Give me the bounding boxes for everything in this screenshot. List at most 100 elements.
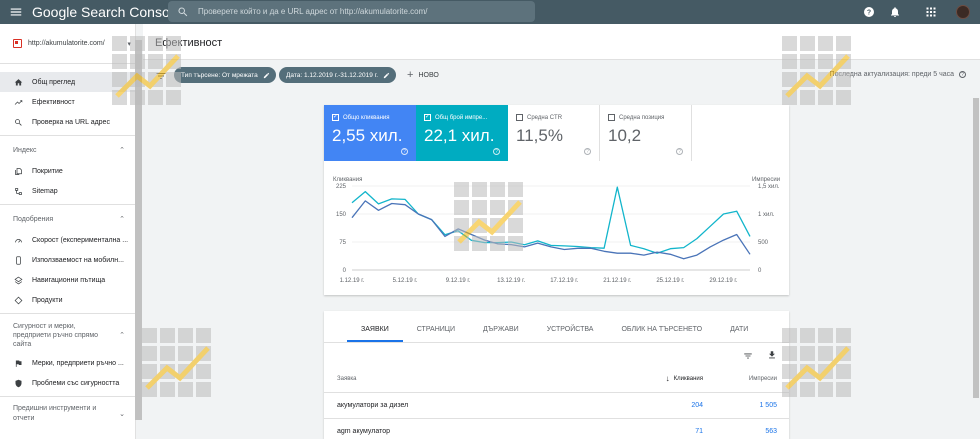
tab-queries[interactable]: ЗАЯВКИ	[347, 326, 403, 342]
sidebar-item-mobile-usability[interactable]: Използваемост на мобилн...	[0, 250, 135, 270]
y-tick-label-left: 225	[336, 184, 347, 190]
shield-icon	[13, 378, 23, 388]
property-icon	[13, 39, 22, 48]
table-row[interactable]: agm акумулатор 71 563	[324, 419, 789, 439]
menu-button[interactable]	[0, 0, 32, 24]
divider	[0, 135, 135, 136]
y-axis-label-right: Импресии	[752, 177, 780, 183]
speed-icon	[13, 235, 23, 245]
apps-grid-icon	[926, 7, 936, 17]
scrollbar-thumb[interactable]	[973, 98, 979, 398]
sidebar-item-manual-actions[interactable]: Мерки, предприети ръчно ...	[0, 353, 135, 373]
new-filter-button[interactable]: + НОВО	[407, 69, 439, 81]
divider	[0, 313, 135, 314]
help-button[interactable]: ?	[862, 5, 876, 19]
sidebar-item-performance[interactable]: Ефективност	[0, 92, 135, 112]
main-scrollbar[interactable]	[972, 92, 980, 439]
chevron-up-icon: ⌃	[119, 147, 125, 154]
plus-icon: +	[407, 69, 414, 81]
sidebar-item-security-issues[interactable]: Проблеми със сигурността	[0, 373, 135, 393]
section-enhancements-header[interactable]: Подобрения ⌃	[0, 208, 135, 230]
account-avatar[interactable]	[956, 5, 970, 19]
sidebar-item-coverage[interactable]: Покритие	[0, 161, 135, 181]
x-tick-label: 29.12.19 г.	[709, 278, 737, 284]
divider	[0, 204, 135, 205]
filter-icon[interactable]	[155, 70, 167, 82]
section-security-header[interactable]: Сигурност и мерки, предприети ръчно спря…	[0, 317, 135, 353]
filter-bar: Тип търсене: От мрежата Дата: 1.12.2019 …	[143, 60, 980, 92]
apps-button[interactable]	[924, 5, 938, 19]
url-inspection-search[interactable]	[168, 1, 535, 22]
edit-icon	[383, 72, 390, 78]
series-line-impressions[interactable]	[351, 186, 751, 254]
section-index-header[interactable]: Индекс ⌃	[0, 139, 135, 161]
sidebar-scrollbar[interactable]	[135, 40, 142, 420]
date-range-chip[interactable]: Дата: 1.12.2019 г.-31.12.2019 г.	[279, 67, 396, 83]
tab-devices[interactable]: УСТРОЙСТВА	[533, 326, 608, 342]
column-header-clicks[interactable]: ↓ Кликвания	[666, 374, 703, 383]
column-header-impressions[interactable]: Импресии	[749, 376, 777, 382]
download-icon[interactable]	[767, 350, 777, 360]
tab-dates[interactable]: ДАТИ	[716, 326, 762, 342]
edit-icon	[263, 72, 269, 78]
search-input[interactable]	[198, 7, 518, 16]
notifications-button[interactable]	[888, 5, 902, 19]
x-tick-label: 9.12.19 г.	[446, 278, 471, 284]
help-icon: ?	[864, 7, 874, 17]
metric-value: 22,1 хил.	[424, 126, 495, 145]
sidebar-item-url-inspection[interactable]: Проверка на URL адрес	[0, 112, 135, 132]
sitemap-icon	[13, 186, 23, 196]
table-header-row: Заявка ↓ Кликвания Импресии	[324, 365, 789, 393]
sidebar-item-speed[interactable]: Скорост (експериментална ...	[0, 230, 135, 250]
y-tick-label-left: 0	[343, 268, 347, 274]
metric-value: 10,2	[608, 126, 642, 145]
table-row[interactable]: акумулатори за дизел 204 1 505	[324, 393, 789, 419]
help-icon[interactable]: ?	[584, 148, 591, 155]
sidebar-item-breadcrumbs[interactable]: Навигационни пътища	[0, 270, 135, 290]
column-header-query[interactable]: Заявка	[337, 376, 357, 382]
svg-text:?: ?	[867, 10, 871, 17]
trending-up-icon	[13, 97, 23, 107]
y-tick-label-right: 1 хил.	[758, 212, 775, 218]
chevron-up-icon: ⌃	[119, 332, 125, 339]
y-tick-label-right: 1,5 хил.	[758, 184, 780, 190]
bell-icon	[891, 7, 899, 17]
section-legacy-header[interactable]: Предишни инструменти и отчети ⌄	[0, 400, 135, 428]
app-logo[interactable]: Google Search Console	[32, 0, 181, 24]
x-tick-label: 21.12.19 г.	[603, 278, 631, 284]
metric-average-ctr[interactable]: Средна CTR 11,5% ?	[508, 105, 600, 161]
performance-card: ✓ Общо кликвания 2,55 хил. ? ✓ Общ брой им…	[324, 105, 789, 295]
sidebar: http://akumulatorite.com/ ▾ Общ преглед …	[0, 24, 136, 439]
metric-value: 2,55 хил.	[332, 126, 403, 145]
table-toolbar	[324, 343, 789, 365]
search-icon	[13, 117, 23, 127]
sidebar-item-products[interactable]: Продукти	[0, 290, 135, 310]
metric-value: 11,5%	[516, 126, 563, 145]
metric-average-position[interactable]: Средна позиция 10,2 ?	[600, 105, 692, 161]
filter-rows-icon[interactable]	[743, 351, 753, 361]
tab-search-appearance[interactable]: ОБЛИК НА ТЪРСЕНЕТО	[607, 326, 716, 342]
sidebar-item-sitemap[interactable]: Sitemap	[0, 181, 135, 201]
metric-total-clicks[interactable]: ✓ Общо кликвания 2,55 хил. ?	[324, 105, 416, 161]
x-tick-label: 13.12.19 г.	[497, 278, 525, 284]
help-icon[interactable]: ?	[959, 71, 966, 78]
home-icon	[13, 77, 23, 87]
help-icon[interactable]: ?	[676, 148, 683, 155]
series-line-clicks[interactable]	[351, 200, 751, 260]
sidebar-item-overview[interactable]: Общ преглед	[0, 72, 135, 92]
tab-countries[interactable]: ДЪРЖАВИ	[469, 326, 533, 342]
arrow-down-icon: ↓	[665, 374, 670, 383]
watermark-logo	[142, 328, 211, 397]
file-copy-icon	[13, 166, 23, 176]
property-selector[interactable]: http://akumulatorite.com/ ▾	[0, 24, 135, 64]
help-icon[interactable]: ?	[493, 148, 500, 155]
help-icon[interactable]: ?	[401, 148, 408, 155]
checkbox-unchecked-icon	[608, 114, 615, 121]
y-tick-label-left: 150	[336, 212, 347, 218]
page-title: Ефективност	[155, 37, 223, 49]
tab-pages[interactable]: СТРАНИЦИ	[403, 326, 469, 342]
search-type-chip[interactable]: Тип търсене: От мрежата	[174, 67, 276, 83]
diamond-icon	[13, 295, 23, 305]
caret-down-icon: ▾	[127, 40, 131, 48]
metric-total-impressions[interactable]: ✓ Общ брой импре... 22,1 хил. ?	[416, 105, 508, 161]
